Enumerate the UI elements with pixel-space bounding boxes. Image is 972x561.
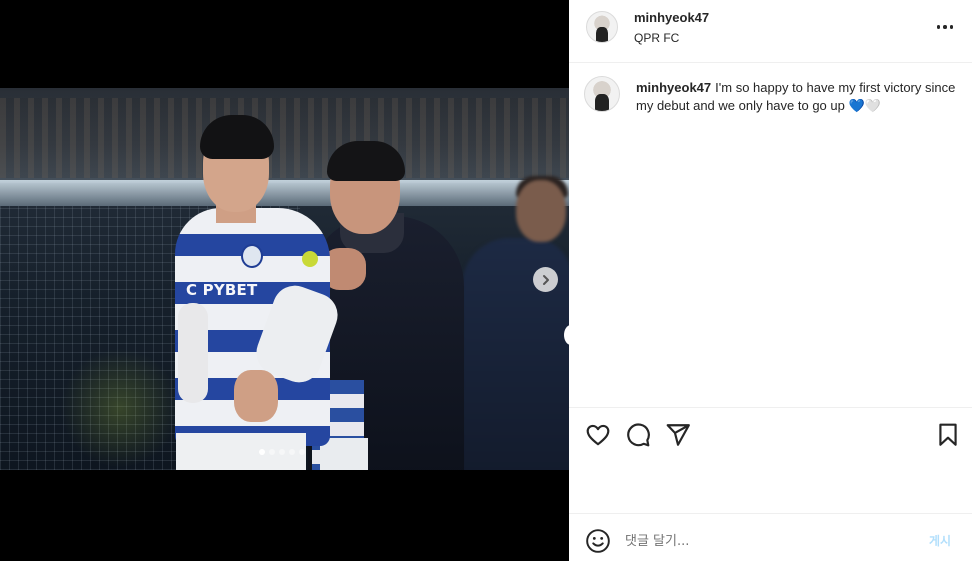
carousel-dot xyxy=(279,449,285,455)
like-button[interactable] xyxy=(585,422,611,448)
person-right-head xyxy=(516,180,566,242)
more-options-icon xyxy=(936,25,941,29)
post-header: minhyeok47 QPR FC xyxy=(569,0,972,63)
sleeve-badge xyxy=(302,251,318,267)
comment-bar: 게시 xyxy=(569,513,972,561)
carousel-dot xyxy=(259,449,265,455)
avatar[interactable] xyxy=(586,11,618,43)
shirt-sponsor: C PYBET xyxy=(186,281,258,299)
carousel-dot xyxy=(299,449,305,455)
carousel-dot xyxy=(269,449,275,455)
person-middle-hair xyxy=(327,141,405,181)
crowd-background xyxy=(0,98,569,178)
emoji-icon xyxy=(586,529,610,553)
more-options-button[interactable] xyxy=(931,17,959,37)
pitch-glow xyxy=(60,348,180,468)
blue-heart-emoji: 💙 xyxy=(848,98,865,113)
white-heart-emoji: 🤍 xyxy=(864,98,881,113)
post-media: C PYBET xyxy=(0,0,569,561)
post-side-panel: minhyeok47 QPR FC minhyeok47 I'm so happy… xyxy=(569,0,972,561)
emoji-button[interactable] xyxy=(585,528,611,554)
player-left-arm xyxy=(178,303,208,403)
share-button[interactable] xyxy=(665,422,691,448)
bookmark-icon xyxy=(939,423,957,446)
post-caption: minhyeok47 I'm so happy to have my first … xyxy=(636,79,956,115)
post-comment-button[interactable]: 게시 xyxy=(929,532,951,549)
comment-button[interactable] xyxy=(625,422,651,448)
comment-icon xyxy=(627,423,650,447)
player-hair xyxy=(200,115,274,159)
heart-icon xyxy=(586,424,610,446)
carousel-dot xyxy=(289,449,295,455)
comment-input[interactable] xyxy=(625,530,905,552)
save-button[interactable] xyxy=(935,422,961,448)
post-location[interactable]: QPR FC xyxy=(634,31,679,45)
action-bar xyxy=(569,407,972,457)
stadium-light-bar xyxy=(0,180,569,206)
share-icon xyxy=(666,424,690,446)
caption-username[interactable]: minhyeok47 xyxy=(636,80,711,95)
player-hand xyxy=(234,370,278,422)
more-options-icon-dot xyxy=(949,25,954,29)
chevron-right-icon xyxy=(542,274,549,285)
post-photo: C PYBET xyxy=(0,88,569,470)
club-crest xyxy=(241,244,263,268)
carousel-indicator xyxy=(259,449,305,455)
more-options-icon-dot xyxy=(943,25,947,29)
caption-avatar[interactable] xyxy=(584,76,620,112)
carousel-next-button[interactable] xyxy=(533,267,558,292)
post-username[interactable]: minhyeok47 xyxy=(634,10,709,25)
